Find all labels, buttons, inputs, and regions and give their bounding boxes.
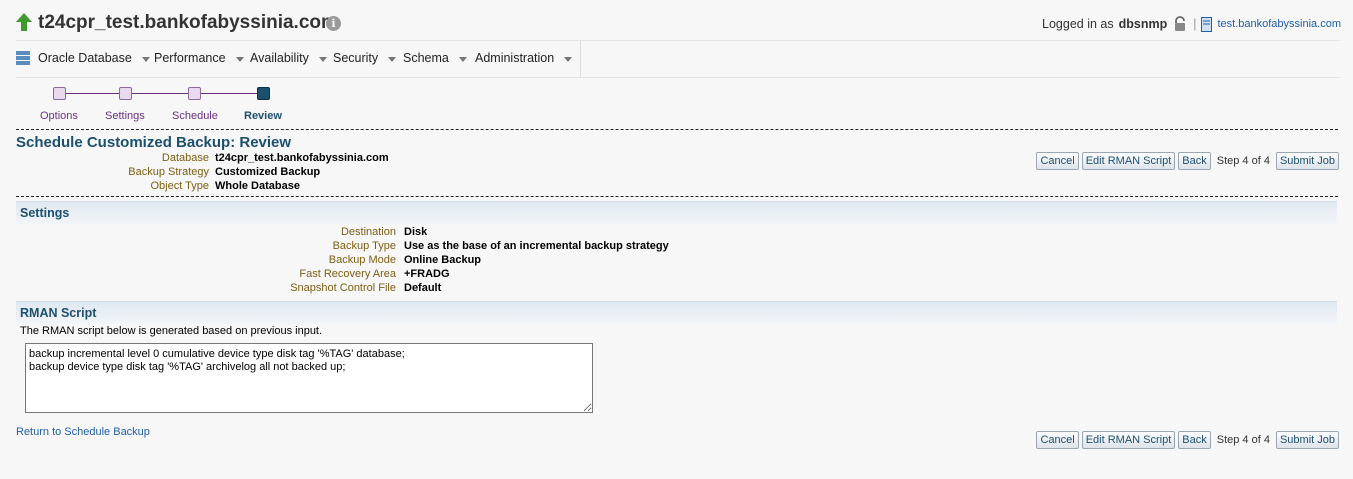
rman-section-header: RMAN Script (16, 301, 1337, 324)
edit-rman-script-button[interactable]: Edit RMAN Script (1081, 431, 1176, 449)
menu-label: Availability (250, 51, 309, 65)
chevron-down-icon (141, 56, 150, 62)
back-button[interactable]: Back (1178, 152, 1211, 170)
summary-value: Whole Database (215, 180, 300, 192)
settings-row: Backup Mode Online Backup (260, 254, 481, 266)
cancel-button[interactable]: Cancel (1036, 431, 1079, 449)
divider (16, 129, 1338, 130)
divider (16, 196, 1338, 197)
chevron-down-icon (388, 56, 397, 62)
database-icon (16, 51, 30, 65)
chevron-down-icon (564, 56, 573, 62)
info-icon[interactable]: i (326, 16, 341, 31)
menu-performance[interactable]: Performance (154, 51, 244, 65)
menu-oracle-database[interactable]: Oracle Database (16, 51, 150, 65)
target-up-arrow-icon (16, 13, 32, 31)
menu-availability[interactable]: Availability (250, 51, 327, 65)
cancel-button[interactable]: Cancel (1036, 152, 1079, 170)
settings-value: Disk (404, 226, 428, 238)
menu-schema[interactable]: Schema (403, 51, 467, 65)
return-to-schedule-backup-link[interactable]: Return to Schedule Backup (16, 426, 150, 438)
train-label-review: Review (244, 110, 282, 122)
section-title: Settings (20, 206, 70, 220)
menu-label: Schema (403, 51, 449, 65)
submit-job-button[interactable]: Submit Job (1275, 431, 1339, 449)
submit-job-button[interactable]: Submit Job (1275, 152, 1339, 170)
separator: | (1193, 17, 1197, 31)
menu-label: Security (333, 51, 379, 65)
settings-row: Destination Disk (260, 226, 427, 238)
train-stop-settings[interactable] (119, 87, 132, 100)
settings-value: Use as the base of an incremental backup… (404, 240, 669, 252)
wizard-train: Options Settings Schedule Review (0, 82, 400, 122)
summary-key: Backup Strategy (128, 166, 209, 178)
login-info: Logged in as dbsnmp | test.bankofabyssin… (1042, 16, 1341, 32)
summary-value: t24cpr_test.bankofabyssinia.com (215, 152, 389, 164)
summary-value: Customized Backup (215, 166, 321, 178)
train-connector (64, 93, 259, 94)
summary-row: Object Type Whole Database (100, 180, 300, 192)
menu-administration[interactable]: Administration (475, 51, 573, 65)
logged-in-label: Logged in as (1042, 17, 1114, 31)
chevron-down-icon (458, 56, 467, 62)
summary-row: Database t24cpr_test.bankofabyssinia.com (100, 152, 389, 164)
step-indicator: Step 4 of 4 (1216, 155, 1270, 167)
train-label-settings[interactable]: Settings (105, 110, 145, 122)
menu-label: Oracle Database (38, 51, 132, 65)
menu-security[interactable]: Security (333, 51, 397, 65)
train-stop-options[interactable] (53, 87, 66, 100)
settings-key: Backup Type (332, 240, 396, 252)
host-link[interactable]: test.bankofabyssinia.com (1217, 18, 1341, 30)
edit-rman-script-button[interactable]: Edit RMAN Script (1081, 152, 1176, 170)
section-title: RMAN Script (20, 306, 97, 320)
train-stop-schedule[interactable] (188, 87, 201, 100)
menu-label: Performance (154, 51, 226, 65)
target-title[interactable]: t24cpr_test.bankofabyssinia.com (38, 12, 338, 34)
back-button[interactable]: Back (1178, 431, 1211, 449)
settings-value: +FRADG (404, 268, 450, 280)
main-menu-bar: Oracle Database Performance Availability… (16, 40, 1340, 78)
settings-key: Backup Mode (328, 254, 396, 266)
train-stop-review (257, 87, 270, 100)
settings-key: Destination (340, 226, 396, 238)
settings-key: Fast Recovery Area (299, 268, 396, 280)
settings-row: Backup Type Use as the base of an increm… (260, 240, 669, 252)
settings-section-header: Settings (16, 201, 1337, 224)
settings-row: Fast Recovery Area +FRADG (260, 268, 450, 280)
step-indicator: Step 4 of 4 (1216, 434, 1270, 446)
bottom-button-row: Cancel Edit RMAN Script Back Step 4 of 4… (1036, 431, 1339, 449)
lock-icon[interactable] (1172, 16, 1188, 32)
page-header: t24cpr_test.bankofabyssinia.com i Logged… (0, 0, 1353, 40)
settings-value: Online Backup (404, 254, 482, 266)
settings-key: Snapshot Control File (290, 282, 396, 294)
rman-script-textarea[interactable]: backup incremental level 0 cumulative de… (25, 343, 593, 413)
summary-row: Backup Strategy Customized Backup (100, 166, 320, 178)
settings-row: Snapshot Control File Default (260, 282, 441, 294)
menu-divider (580, 41, 581, 77)
chevron-down-icon (318, 56, 327, 62)
chevron-down-icon (235, 56, 244, 62)
train-label-schedule[interactable]: Schedule (172, 110, 218, 122)
train-label-options[interactable]: Options (40, 110, 78, 122)
settings-value: Default (404, 282, 442, 294)
server-icon (1201, 16, 1213, 32)
username: dbsnmp (1118, 17, 1168, 31)
top-button-row: Cancel Edit RMAN Script Back Step 4 of 4… (1036, 152, 1339, 170)
rman-note: The RMAN script below is generated based… (20, 325, 323, 337)
page-title: Schedule Customized Backup: Review (16, 134, 292, 151)
summary-key: Database (161, 152, 209, 164)
menu-label: Administration (475, 51, 555, 65)
summary-key: Object Type (150, 180, 210, 192)
